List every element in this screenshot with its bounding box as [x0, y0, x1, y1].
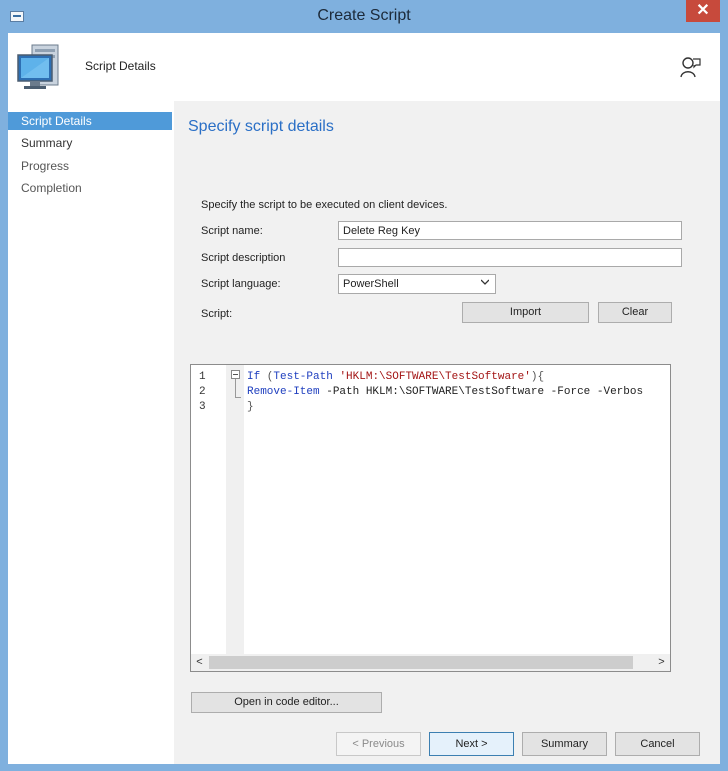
header-title: Script Details — [85, 59, 156, 73]
script-language-label: Script language: — [201, 278, 281, 290]
script-language-value: PowerShell — [343, 278, 399, 290]
code-args: -Path HKLM:\SOFTWARE\TestSoftware -Force… — [319, 386, 644, 398]
code-paren: ( — [260, 371, 274, 383]
script-editor[interactable]: 1 2 3 If (Test-Path 'HKLM:\SOFTWARE\Test… — [190, 364, 671, 672]
script-name-label: Script name: — [201, 225, 263, 237]
script-name-input[interactable] — [338, 221, 682, 240]
scroll-left-arrow[interactable]: < — [191, 654, 208, 671]
next-button[interactable]: Next > — [429, 732, 514, 756]
wizard-client-area: Script Details Script Details Summary Pr… — [8, 33, 720, 764]
scroll-right-arrow[interactable]: > — [653, 654, 670, 671]
open-in-code-editor-button[interactable]: Open in code editor... — [191, 692, 382, 713]
title-bar: Create Script ✕ — [0, 0, 728, 33]
script-description-input[interactable] — [338, 248, 682, 267]
close-button[interactable]: ✕ — [686, 0, 720, 22]
code-line-2: Remove-Item -Path HKLM:\SOFTWARE\TestSof… — [247, 386, 643, 398]
code-line-3: } — [247, 401, 254, 413]
fold-guide-end — [235, 397, 241, 398]
script-language-select[interactable]: PowerShell — [338, 274, 496, 294]
main-pane: Specify script details Specify the scrip… — [174, 101, 720, 764]
page-heading: Specify script details — [188, 118, 334, 135]
code-string: 'HKLM:\SOFTWARE\TestSoftware' — [339, 371, 531, 383]
scrollbar-thumb[interactable] — [209, 656, 633, 669]
nav-item-completion[interactable]: Completion — [8, 179, 172, 197]
code-cmdlet: Test-Path — [273, 371, 333, 383]
fold-guide — [235, 379, 236, 397]
import-button[interactable]: Import — [462, 302, 589, 323]
line-number: 3 — [199, 401, 206, 413]
line-number-gutter: 1 2 3 — [191, 365, 226, 655]
horizontal-scrollbar[interactable]: < > — [191, 654, 670, 671]
create-script-window: Create Script ✕ Script Details Script De… — [0, 0, 728, 771]
line-number: 1 — [199, 371, 206, 383]
cancel-button[interactable]: Cancel — [615, 732, 700, 756]
fold-column — [226, 365, 244, 655]
code-area[interactable]: If (Test-Path 'HKLM:\SOFTWARE\TestSoftwa… — [244, 365, 670, 655]
code-line-1: If (Test-Path 'HKLM:\SOFTWARE\TestSoftwa… — [247, 371, 544, 383]
wizard-header: Script Details — [8, 33, 720, 101]
collapse-icon[interactable] — [231, 370, 240, 379]
script-description-label: Script description — [201, 252, 286, 264]
help-person-icon[interactable] — [678, 55, 702, 79]
clear-button[interactable]: Clear — [598, 302, 672, 323]
nav-item-script-details[interactable]: Script Details — [8, 112, 172, 130]
code-keyword: If — [247, 371, 261, 383]
nav-item-progress[interactable]: Progress — [8, 157, 172, 175]
summary-button[interactable]: Summary — [522, 732, 607, 756]
code-cmdlet: Remove-Item — [247, 386, 320, 398]
chevron-down-icon — [481, 279, 489, 285]
computer-icon — [17, 44, 59, 89]
instruction-text: Specify the script to be executed on cli… — [201, 199, 448, 211]
wizard-nav: Script Details Summary Progress Completi… — [8, 101, 174, 764]
window-title: Create Script — [317, 7, 411, 24]
previous-button[interactable]: < Previous — [336, 732, 421, 756]
code-paren: ){ — [530, 371, 545, 383]
line-number: 2 — [199, 386, 206, 398]
nav-item-summary[interactable]: Summary — [8, 134, 172, 152]
script-label: Script: — [201, 308, 233, 320]
